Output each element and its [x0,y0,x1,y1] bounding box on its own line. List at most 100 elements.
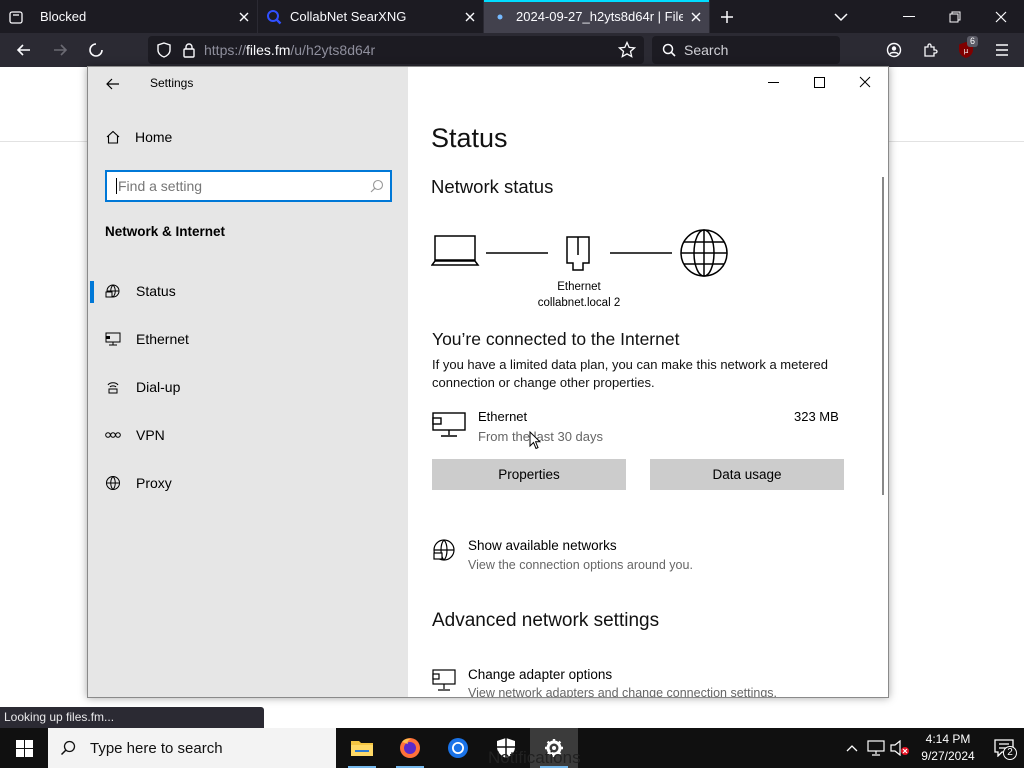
browser-nav-bar: https://files.fm/u/h2yts8d64r Search μ6 [0,33,1024,67]
diagram-label-network: collabnet.local 2 [537,297,621,309]
scrollbar-thumb[interactable] [882,177,884,495]
url-prefix: https:// [204,42,247,58]
close-tab-icon[interactable] [683,4,709,30]
close-icon [995,11,1007,22]
svg-text:μ: μ [964,47,969,55]
home-label: Home [135,129,173,145]
taskbar-clock[interactable]: 4:14 PM 9/27/2024 [912,731,984,765]
show-hidden-icons-button[interactable] [840,744,864,752]
tab-overflow-button[interactable] [818,0,864,33]
chromium-icon [448,738,468,758]
nav-item-ethernet[interactable]: Ethernet [88,319,408,359]
extensions-button[interactable] [912,33,948,67]
browser-restore-button[interactable] [932,0,978,33]
volume-muted-icon[interactable] [888,740,912,756]
find-setting-input[interactable]: Find a setting [105,170,392,202]
find-setting-placeholder: Find a setting [118,178,203,194]
close-tab-icon[interactable] [457,4,483,30]
nav-item-vpn[interactable]: VPN [88,415,408,455]
taskbar-search-placeholder: Type here to search [90,739,223,757]
settings-back-button[interactable] [102,73,124,95]
forward-button[interactable] [42,33,78,67]
close-icon [859,76,871,88]
taskbar-search-box[interactable]: Type here to search [48,728,336,768]
notifications-ghost-text: Notifications [488,748,581,767]
arrow-right-icon [54,44,68,56]
url-text[interactable]: https://files.fm/u/h2yts8d64r [204,42,375,58]
toolbar-right-icons: μ6 [876,33,1020,67]
adapter-options-icon [432,668,456,697]
nav-item-dialup[interactable]: Dial-up [88,367,408,407]
puzzle-icon [924,43,938,57]
chevron-up-icon [846,745,858,752]
hamburger-menu-icon [996,44,1008,56]
proxy-icon [88,475,136,491]
dialup-icon [88,379,136,395]
searxng-favicon-icon [266,9,282,25]
extension-badge: 6 [966,36,978,47]
action-center-button[interactable]: 2 [984,739,1024,760]
windows-taskbar: Type here to search Notifications 4:14 P… [0,728,1024,768]
browser-tab-blocked[interactable]: Blocked [32,0,258,33]
show-networks-link[interactable]: Show available networks [468,538,617,553]
file-explorer-taskbar-button[interactable] [338,728,386,768]
settings-window: Settings Home Find a setting Network & I… [87,66,889,698]
settings-maximize-button[interactable] [796,67,842,97]
browser-tab-filesfm[interactable]: 2024-09-27_h2yts8d64r | Files.fm [484,0,710,33]
stop-loading-button[interactable] [78,33,114,67]
list-all-tabs-button[interactable] [0,0,32,33]
web-search-placeholder: Search [684,42,729,58]
ethernet-icon [88,332,136,346]
show-networks-icon [432,539,456,568]
chrome-taskbar-button[interactable] [434,728,482,768]
ublock-button[interactable]: μ6 [948,33,984,67]
browser-minimize-button[interactable] [886,0,932,33]
network-status-heading: Network status [431,176,554,197]
tab-title: CollabNet SearXNG [290,9,407,24]
laptop-icon [430,235,480,266]
firefox-taskbar-button[interactable] [386,728,434,768]
mouse-cursor-icon [529,430,542,455]
settings-minimize-button[interactable] [750,67,796,97]
settings-close-button[interactable] [842,67,888,97]
settings-home-link[interactable]: Home [104,129,172,145]
browser-tab-bar: Blocked CollabNet SearXNG 2024-09-27_h2y… [0,0,1024,33]
globe-icon [680,229,728,277]
network-tray-icon[interactable] [864,740,888,756]
url-bar[interactable]: https://files.fm/u/h2yts8d64r [148,36,644,64]
minimize-icon [767,81,779,83]
loading-spinner-icon [89,43,103,57]
url-host: files.fm [246,42,291,58]
tab-title: 2024-09-27_h2yts8d64r | Files.fm [516,9,683,24]
new-tab-button[interactable] [710,0,744,33]
start-button[interactable] [0,728,48,768]
text-caret [116,178,117,194]
search-icon [60,740,76,756]
advanced-heading: Advanced network settings [432,610,660,631]
nav-item-status[interactable]: Status [88,271,408,311]
ethernet-pc-icon [432,410,466,443]
close-tab-icon[interactable] [231,4,257,30]
show-networks-desc: View the connection options around you. [468,558,693,572]
search-icon [370,179,384,196]
properties-button[interactable]: Properties [432,459,626,490]
adapter-options-link[interactable]: Change adapter options [468,667,612,682]
nav-label: Ethernet [136,331,189,347]
nav-item-proxy[interactable]: Proxy [88,463,408,503]
account-button[interactable] [876,33,912,67]
bookmark-star-icon[interactable] [618,41,636,59]
app-menu-button[interactable] [984,33,1020,67]
back-button[interactable] [6,33,42,67]
data-usage-button[interactable]: Data usage [650,459,844,490]
shield-icon[interactable] [156,42,172,58]
web-search-box[interactable]: Search [652,36,840,64]
nav-label: VPN [136,427,165,443]
status-icon [88,283,136,299]
diagram-adapter-label: Ethernet collabnet.local 2 [534,279,624,311]
browser-close-button[interactable] [978,0,1024,33]
lock-icon[interactable] [182,42,196,58]
connected-description: If you have a limited data plan, you can… [432,357,828,390]
loading-dot-icon [492,9,508,25]
connected-heading: You’re connected to the Internet [432,329,680,349]
browser-tab-searxng[interactable]: CollabNet SearXNG [258,0,484,33]
